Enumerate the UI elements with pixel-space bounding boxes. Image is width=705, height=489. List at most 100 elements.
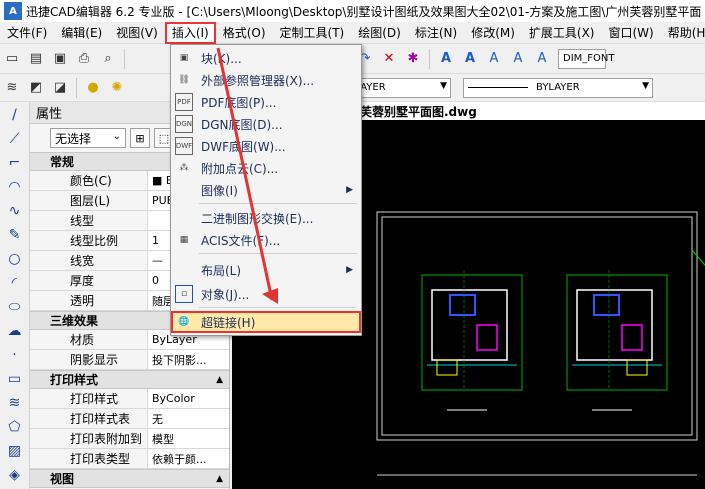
rectangle-icon[interactable]: ▭ (4, 368, 26, 390)
props-section-header[interactable]: 视图 ▲ (30, 469, 229, 488)
property-key: 颜色(C) (30, 171, 148, 190)
menu-item-block[interactable]: ▣ 块(K)... (171, 47, 361, 69)
ellipse-icon[interactable]: ⬭ (4, 296, 26, 318)
menu-separator (199, 307, 357, 308)
menu-view[interactable]: 视图(V) (109, 22, 165, 44)
freehand-icon[interactable]: ✎ (4, 224, 26, 246)
text-edit-icon[interactable]: A (484, 49, 504, 69)
property-value[interactable]: 无 (148, 409, 229, 428)
dim-style-value: DIM_FONT (563, 53, 615, 64)
construction-line-icon[interactable]: ⟋ (4, 128, 26, 150)
menu-edit[interactable]: 编辑(E) (54, 22, 109, 44)
selection-select[interactable]: 无选择 ⌄ (50, 128, 126, 148)
menu-item-label: PDF底图(P)... (201, 95, 277, 110)
menu-window[interactable]: 窗口(W) (602, 22, 661, 44)
menu-tools[interactable]: 定制工具(T) (273, 22, 352, 44)
preview-icon[interactable]: ⌕ (98, 49, 118, 69)
erase-icon[interactable]: ✕ (379, 49, 399, 69)
drawing-tab-label: 州芙蓉别墅平面图.dwg (348, 104, 477, 119)
property-row[interactable]: 打印样式 ByColor (30, 389, 229, 409)
menu-item-image[interactable]: 图像(I) ▶ (171, 179, 361, 201)
property-value[interactable]: 投下阴影... (148, 350, 229, 369)
property-value[interactable]: 依赖于颜... (148, 449, 229, 468)
menu-item-dwf[interactable]: DWF DWF底图(W)... (171, 135, 361, 157)
floor-plan-1 (421, 270, 523, 411)
section-title: 常规 (50, 155, 75, 169)
sun-icon[interactable]: ✺ (107, 78, 127, 98)
drawing-tab[interactable]: 州芙蓉别墅平面图.dwg (340, 102, 705, 120)
menu-dimension[interactable]: 标注(N) (408, 22, 464, 44)
open-folder-icon[interactable]: ▤ (26, 49, 46, 69)
menu-separator (199, 253, 357, 254)
line-tool-icon[interactable]: / (4, 104, 26, 126)
text-find-icon[interactable]: A (508, 49, 528, 69)
pdf-icon: PDF (175, 93, 193, 111)
property-row[interactable]: 打印样式表无 (30, 409, 229, 429)
menu-item-object[interactable]: ▫ 对象(J)... (171, 283, 361, 305)
property-row[interactable]: 打印表类型 依赖于颜... (30, 449, 229, 469)
collapse-caret-icon[interactable]: ▲ (216, 375, 223, 385)
menu-draw[interactable]: 绘图(D) (351, 22, 408, 44)
layer-manager-icon[interactable]: ≋ (2, 78, 22, 98)
linetype-select[interactable]: BYLAYER ▼ (463, 77, 653, 98)
point-icon[interactable]: · (4, 344, 26, 366)
menu-item-dxb[interactable]: 二进制图形交换(E)... (171, 207, 361, 229)
text-style-icon[interactable]: A (460, 49, 480, 69)
new-file-icon[interactable]: ▭ (2, 49, 22, 69)
polyline-icon[interactable]: ⌐ (4, 152, 26, 174)
save-icon[interactable]: ▣ (50, 49, 70, 69)
menu-format[interactable]: 格式(O) (216, 22, 273, 44)
polygon-icon[interactable]: ⬠ (4, 416, 26, 438)
property-key: 透明 (30, 291, 148, 310)
section-title: 视图 (50, 472, 75, 486)
menu-file[interactable]: 文件(F) (0, 22, 54, 44)
menu-item-acis[interactable]: ▦ ACIS文件(F)... (171, 229, 361, 251)
linetype-value: BYLAYER (536, 82, 580, 93)
text-check-icon[interactable]: A (532, 49, 552, 69)
hatch-icon[interactable]: ▨ (4, 440, 26, 462)
menu-item-xref[interactable]: ⛓ 外部参照管理器(X)... (171, 69, 361, 91)
lightbulb-icon[interactable]: ● (83, 78, 103, 98)
property-value[interactable]: ByColor (148, 389, 229, 408)
collapse-caret-icon[interactable]: ▲ (216, 474, 223, 484)
sketch-icon[interactable]: ∿ (4, 200, 26, 222)
purge-icon[interactable]: ✱ (403, 49, 423, 69)
menu-extend[interactable]: 扩展工具(X) (522, 22, 602, 44)
menu-item-dgn[interactable]: DGN DGN底图(D)... (171, 113, 361, 135)
toolbar-separator (76, 77, 77, 98)
dgn-icon: DGN (175, 115, 193, 133)
property-row[interactable]: 打印表附加到 模型 (30, 429, 229, 449)
property-value[interactable]: 模型 (148, 429, 229, 448)
props-section-header[interactable]: 打印样式 ▲ (30, 370, 229, 389)
dxb-placeholder (175, 209, 193, 227)
arc-icon[interactable]: ◠ (4, 176, 26, 198)
property-key: 打印表类型 (30, 449, 148, 468)
print-icon[interactable]: ⎙ (74, 49, 94, 69)
layer-prev-icon[interactable]: ◪ (50, 78, 70, 98)
dim-style-select[interactable]: DIM_FONT (558, 48, 615, 69)
menu-modify[interactable]: 修改(M) (464, 22, 522, 44)
property-key: 打印样式表 (30, 409, 148, 428)
menu-item-layout[interactable]: 布局(L) ▶ (171, 259, 361, 281)
property-key: 线宽 (30, 251, 148, 270)
layer-state-icon[interactable]: ◩ (26, 78, 46, 98)
circle-icon[interactable]: ○ (4, 248, 26, 270)
submenu-arrow-icon: ▶ (346, 265, 353, 275)
pointcloud-icon: ⁂ (179, 163, 189, 173)
menu-item-pdf[interactable]: PDF PDF底图(P)... (171, 91, 361, 113)
window-title: 迅捷CAD编辑器 6.2 专业版 - [C:\Users\Mloong\Desk… (26, 4, 702, 19)
menu-item-hyperlink[interactable]: 🌐 超链接(H) (171, 311, 361, 333)
toggle-pickadd-icon[interactable]: ⊞ (130, 128, 150, 148)
submenu-arrow-icon: ▶ (346, 185, 353, 195)
text-icon[interactable]: A (436, 49, 456, 69)
cloud-icon[interactable]: ☁ (4, 320, 26, 342)
menu-insert[interactable]: 插入(I) (164, 21, 216, 44)
menu-help[interactable]: 帮助(H) (661, 22, 705, 44)
spiral-icon[interactable]: ≋ (4, 392, 26, 414)
property-row[interactable]: 阴影显示 投下阴影... (30, 350, 229, 370)
menu-item-label: ACIS文件(F)... (201, 233, 281, 248)
arc-3pt-icon[interactable]: ◜ (4, 272, 26, 294)
region-icon[interactable]: ◈ (4, 464, 26, 486)
object-icon: ▫ (175, 285, 193, 303)
menu-item-pointcloud[interactable]: ⁂ 附加点云(C)... (171, 157, 361, 179)
